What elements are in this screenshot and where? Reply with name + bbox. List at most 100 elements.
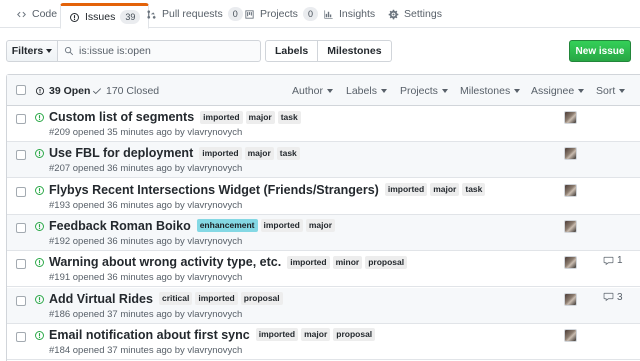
comments-link[interactable]: 1 [603,255,623,266]
issue-opened-icon [35,86,45,95]
comment-count: 3 [617,291,623,303]
issue-opened-icon [35,113,44,122]
sort-filter[interactable]: Sort [596,75,626,106]
assignee-avatar[interactable] [564,292,577,306]
issue-label[interactable]: major [430,183,460,197]
assignee-avatar[interactable] [564,328,577,342]
issue-label[interactable]: major [244,146,274,160]
issue-checkbox[interactable] [16,150,26,161]
issue-label[interactable]: minor [332,255,363,269]
issue-label[interactable]: major [245,110,275,124]
code-icon [17,11,26,17]
labels-milestones-group: Labels Milestones [265,40,392,62]
milestones-button[interactable]: Milestones [318,40,392,62]
issue-row[interactable]: Use FBL for deployment imported major task #… [7,142,640,179]
issue-label[interactable]: task [277,110,301,124]
assignee-filter[interactable]: Assignee [531,75,585,106]
issue-label[interactable]: proposal [365,255,408,269]
chevron-down-icon [578,88,585,93]
issue-checkbox[interactable] [16,331,26,342]
open-count-label: 39 Open [49,84,91,97]
issue-meta: #191 opened 36 minutes ago by vlavrynovy… [49,272,243,284]
closed-count-label: 170 Closed [106,84,160,97]
tab-label: Issues [85,11,116,23]
issue-label[interactable]: imported [384,183,428,197]
assignee-avatar[interactable] [564,219,577,233]
chevron-down-icon [326,88,333,93]
filters-dropdown-button[interactable]: Filters [6,40,58,62]
issue-label[interactable]: major [305,219,336,233]
author-filter[interactable]: Author [292,75,333,106]
issue-row[interactable]: Custom list of segments imported major task… [7,106,640,142]
issue-meta: #186 opened 37 minutes ago by vlavrynovy… [49,308,243,320]
assignee-avatar[interactable] [564,183,577,197]
issue-checkbox[interactable] [16,295,26,306]
issue-row[interactable]: Feedback Roman Boiko enhancement imported m… [7,214,640,251]
chevron-down-icon [380,88,387,93]
tab-pull-requests[interactable]: Pull requests 0 [146,0,243,28]
issue-row[interactable]: Warning about wrong activity type, etc. i… [7,251,640,288]
issue-title-link[interactable]: Feedback Roman Boiko [49,219,191,233]
issue-label[interactable]: task [276,146,300,160]
issue-meta: #192 opened 36 minutes ago by vlavrynovy… [49,235,243,247]
projects-filter[interactable]: Projects [400,75,448,106]
search-icon [64,46,74,56]
issue-meta: #207 opened 36 minutes ago by vlavrynovy… [49,163,243,175]
issue-title-link[interactable]: Add Virtual Rides [49,292,153,306]
issue-row[interactable]: Flybys Recent Intersections Widget (Frie… [7,179,640,215]
issue-label[interactable]: imported [255,328,299,342]
search-input[interactable] [79,45,259,57]
issue-title-line: Warning about wrong activity type, etc. i… [49,255,408,269]
issue-label[interactable]: major [301,328,331,342]
tab-label: Code [32,8,58,20]
issue-checkbox[interactable] [16,259,26,270]
issue-filter-group: Filters [6,40,261,62]
issue-label[interactable]: imported [199,146,242,160]
issue-search-box[interactable] [58,40,261,62]
issue-meta: #184 opened 37 minutes ago by vlavrynovy… [49,344,243,356]
chevron-down-icon [514,88,521,93]
issue-label[interactable]: imported [260,219,303,233]
labels-button[interactable]: Labels [265,40,319,62]
labels-filter[interactable]: Labels [346,75,387,106]
assignee-avatar[interactable] [564,147,577,161]
comments-link[interactable]: 3 [603,292,623,303]
milestones-filter[interactable]: Milestones [460,75,521,106]
issue-checkbox[interactable] [16,114,26,124]
issue-title-line: Flybys Recent Intersections Widget (Frie… [49,183,486,197]
select-all-checkbox[interactable] [16,85,26,95]
issue-checkbox[interactable] [16,186,26,197]
issue-title-link[interactable]: Custom list of segments [49,110,194,124]
closed-issues-toggle[interactable]: 170 Closed [92,75,159,106]
issue-title-line: Email notification about first sync impor… [49,328,376,342]
assignee-avatar[interactable] [564,256,577,270]
issue-label[interactable]: critical [158,292,193,305]
issue-label[interactable]: imported [200,110,243,124]
issue-label[interactable]: enhancement [196,219,258,233]
tab-label: Settings [404,8,442,20]
chevron-down-icon [46,49,53,53]
assignee-avatar[interactable] [564,111,577,124]
tab-insights[interactable]: Insights [323,0,375,28]
issue-label[interactable]: imported [195,292,238,305]
issue-row[interactable]: Email notification about first sync impor… [7,324,640,360]
issue-title-link[interactable]: Use FBL for deployment [49,146,193,160]
issue-label[interactable]: proposal [333,328,376,342]
issue-title-link[interactable]: Warning about wrong activity type, etc. [49,255,281,269]
issue-label[interactable]: proposal [240,292,283,305]
issue-checkbox[interactable] [16,222,26,233]
issue-row[interactable]: Add Virtual Rides critical imported proposa… [7,287,640,324]
tab-projects[interactable]: Projects 0 [244,0,318,28]
issue-title-link[interactable]: Email notification about first sync [49,328,250,342]
tab-settings[interactable]: Settings [388,0,442,28]
issue-label[interactable]: imported [287,255,330,269]
issue-opened-icon [35,330,44,340]
new-issue-button[interactable]: New issue [569,40,631,62]
open-issues-toggle[interactable]: 39 Open [35,75,90,106]
chevron-down-icon [441,88,448,93]
tab-issues[interactable]: Issues 39 [60,3,150,29]
tab-code[interactable]: Code [16,0,57,28]
filter-label: Sort [596,84,616,97]
issue-title-link[interactable]: Flybys Recent Intersections Widget (Frie… [49,183,379,197]
issue-label[interactable]: task [462,183,486,197]
